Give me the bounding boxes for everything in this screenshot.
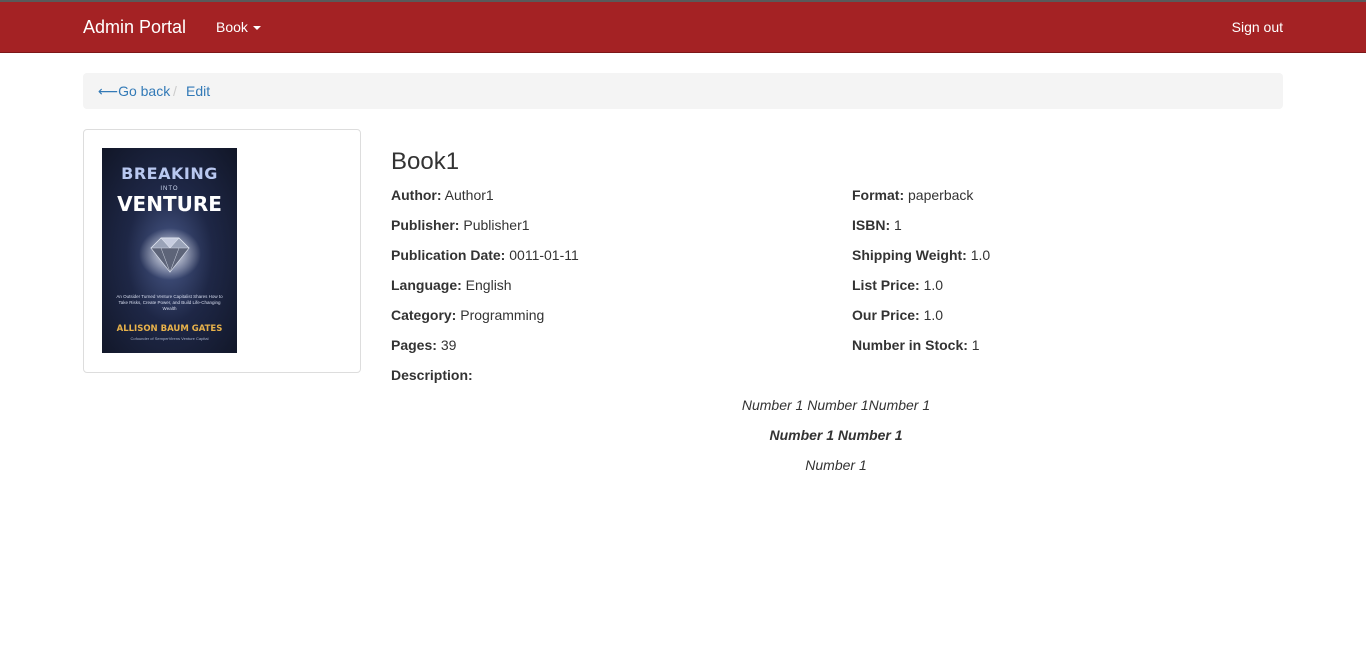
field-value: 39 <box>440 337 457 353</box>
book-thumbnail: BREAKING INTO VENTURE An Outsider Turned… <box>83 129 361 373</box>
field-label: Publication Date: <box>391 247 506 263</box>
cover-title-line1: BREAKING <box>121 164 218 183</box>
field-label: Language: <box>391 277 462 293</box>
book-dropdown-label: Book <box>216 19 248 35</box>
description-line: Number 1 Number 1Number 1 <box>741 397 931 413</box>
breadcrumb: ⟵Go back / Edit <box>83 73 1283 109</box>
field-value: Author1 <box>444 187 494 203</box>
navbar: Admin Portal Book Sign out <box>0 0 1366 53</box>
book-dropdown[interactable]: Book <box>216 19 261 35</box>
field-author: Author: Author1 <box>391 187 494 203</box>
field-label: Pages: <box>391 337 437 353</box>
field-isbn: ISBN: 1 <box>852 217 902 233</box>
breadcrumb-separator: / <box>173 83 177 99</box>
field-label: Number in Stock: <box>852 337 968 353</box>
field-publisher: Publisher: Publisher1 <box>391 217 530 233</box>
edit-link[interactable]: Edit <box>186 83 210 99</box>
go-back-link[interactable]: ⟵Go back <box>98 83 170 100</box>
cover-author: ALLISON BAUM GATES <box>116 324 223 334</box>
field-our-price: Our Price: 1.0 <box>852 307 943 323</box>
field-shipping-weight: Shipping Weight: 1.0 <box>852 247 990 263</box>
field-list-price: List Price: 1.0 <box>852 277 943 293</box>
field-label: Format: <box>852 187 905 203</box>
field-value: Publisher1 <box>463 217 530 233</box>
field-label: Description: <box>391 367 473 383</box>
field-label: List Price: <box>852 277 920 293</box>
field-label: Our Price: <box>852 307 920 323</box>
field-value: 1 <box>894 217 902 233</box>
field-label: Category: <box>391 307 457 323</box>
field-language: Language: English <box>391 277 512 293</box>
book-cover-image: BREAKING INTO VENTURE An Outsider Turned… <box>102 148 237 353</box>
field-format: Format: paperback <box>852 187 973 203</box>
field-category: Category: Programming <box>391 307 544 323</box>
book-title: Book1 <box>391 148 460 175</box>
field-value: 1.0 <box>923 307 944 323</box>
field-description: Description: <box>391 367 473 383</box>
field-value: Programming <box>460 307 545 323</box>
field-pages: Pages: 39 <box>391 337 456 353</box>
brand-link[interactable]: Admin Portal <box>83 17 186 38</box>
field-number-in-stock: Number in Stock: 1 <box>852 337 980 353</box>
field-value: English <box>465 277 512 293</box>
description-line: Number 1 Number 1 <box>769 427 903 443</box>
cover-title-line3: VENTURE <box>117 192 222 216</box>
sign-out-link[interactable]: Sign out <box>1232 19 1283 35</box>
field-value: 0011-01-11 <box>509 247 579 263</box>
cover-blurb: An Outsider Turned Venture Capitalist Sh… <box>116 294 223 311</box>
diamond-icon <box>139 228 201 280</box>
description-line: Number 1 <box>805 457 867 473</box>
field-value: 1.0 <box>970 247 991 263</box>
field-label: ISBN: <box>852 217 891 233</box>
field-label: Shipping Weight: <box>852 247 967 263</box>
field-value: paperback <box>908 187 974 203</box>
field-label: Author: <box>391 187 442 203</box>
field-value: 1.0 <box>923 277 944 293</box>
caret-down-icon <box>252 26 261 31</box>
field-value: 1 <box>971 337 980 353</box>
field-label: Publisher: <box>391 217 460 233</box>
field-publication-date: Publication Date: 0011-01-11 <box>391 247 579 263</box>
cover-tagline: Cofounder of SemperVirens Venture Capita… <box>130 336 209 341</box>
